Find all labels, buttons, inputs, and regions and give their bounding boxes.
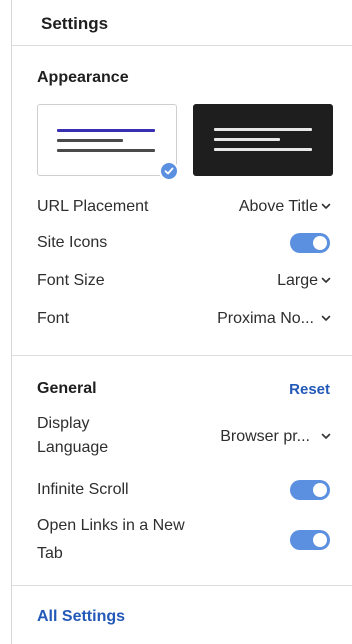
font-select[interactable]: Proxima No...: [217, 310, 332, 328]
chevron-down-icon: [320, 312, 332, 324]
dark-theme-option[interactable]: [193, 104, 333, 176]
display-language-label: Display Language: [37, 412, 108, 460]
url-placement-label: URL Placement: [37, 198, 149, 215]
url-placement-select[interactable]: Above Title: [239, 198, 332, 216]
reset-button[interactable]: Reset: [289, 381, 330, 398]
font-size-value: Large: [277, 272, 318, 289]
font-value: Proxima No...: [217, 310, 314, 327]
open-links-label-line: Tab: [37, 545, 63, 562]
section-divider: [12, 355, 352, 356]
settings-title: Settings: [41, 14, 109, 33]
chevron-down-icon: [320, 430, 332, 442]
display-language-value: Browser pr...: [220, 428, 310, 445]
selected-check-icon: [159, 161, 179, 181]
site-icons-label: Site Icons: [37, 234, 108, 251]
display-language-label-line: Display: [37, 415, 90, 432]
light-theme-line: [57, 129, 155, 132]
display-language-select[interactable]: Browser pr...: [220, 428, 332, 446]
toggle-knob: [313, 236, 327, 250]
light-theme-line: [57, 149, 155, 152]
open-links-label-line: Open Links in a New: [37, 517, 185, 534]
infinite-scroll-label: Infinite Scroll: [37, 481, 129, 498]
font-size-label: Font Size: [37, 272, 105, 289]
appearance-title: Appearance: [37, 69, 129, 86]
dark-theme-line: [214, 138, 280, 141]
light-theme-option[interactable]: [37, 104, 177, 176]
site-icons-toggle[interactable]: [290, 233, 330, 253]
page-edge: [0, 0, 11, 644]
toggle-knob: [313, 483, 327, 497]
infinite-scroll-toggle[interactable]: [290, 480, 330, 500]
settings-panel: Settings Appearance URL Placement Above …: [11, 0, 352, 644]
dark-theme-line: [214, 128, 312, 131]
open-links-label: Open Links in a New Tab: [37, 514, 185, 566]
display-language-label-line: Language: [37, 439, 109, 456]
font-size-select[interactable]: Large: [277, 272, 332, 290]
toggle-knob: [313, 533, 327, 547]
section-divider: [12, 585, 352, 586]
chevron-down-icon: [320, 274, 332, 286]
all-settings-link[interactable]: All Settings: [37, 608, 125, 626]
general-title: General: [37, 380, 97, 397]
chevron-down-icon: [320, 200, 332, 212]
light-theme-line: [57, 139, 123, 142]
dark-theme-line: [214, 148, 312, 151]
open-links-toggle[interactable]: [290, 530, 330, 550]
settings-header: Settings: [12, 0, 352, 46]
url-placement-value: Above Title: [238, 198, 318, 215]
font-label: Font: [37, 310, 70, 327]
